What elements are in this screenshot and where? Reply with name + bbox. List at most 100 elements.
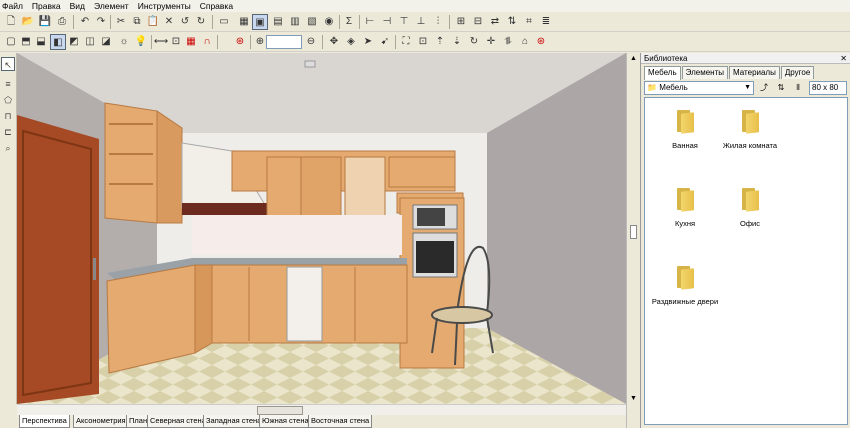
close-icon[interactable]: ✕ — [840, 53, 850, 63]
tab-east-wall[interactable]: Восточная стена — [308, 415, 373, 428]
pan-icon[interactable]: ✥ — [326, 34, 342, 50]
rotate-view-icon[interactable]: ↻ — [466, 34, 482, 50]
measure-icon[interactable]: ⟷ — [153, 34, 169, 50]
tilt-icon[interactable]: ⥮ — [500, 34, 516, 50]
folder-living-room[interactable]: Жилая комната — [715, 110, 785, 150]
tab-perspective[interactable]: Перспектива — [19, 415, 70, 428]
column-icon[interactable]: ⊓ — [1, 109, 15, 123]
bulb-icon[interactable]: 💡 — [133, 34, 149, 50]
new-file-icon[interactable]: 🗋 — [3, 14, 19, 30]
room-view-icon[interactable]: ▣ — [252, 14, 268, 30]
sum-icon[interactable]: Σ — [341, 14, 357, 30]
rotate-right-icon[interactable]: ↻ — [193, 14, 209, 30]
scroll-grip[interactable] — [630, 225, 637, 239]
fly-icon[interactable]: ➹ — [377, 34, 393, 50]
mirror-icon[interactable]: ⇄ — [487, 14, 503, 30]
scroll-up-icon[interactable]: ▲ — [630, 55, 637, 62]
menu-edit[interactable]: Правка — [32, 1, 61, 11]
undo-icon[interactable]: ↶ — [77, 14, 93, 30]
view-3d-icon[interactable]: ▢ — [3, 34, 19, 50]
folder-bathroom[interactable]: Ванная — [650, 110, 720, 150]
wall-icon[interactable]: ▭ — [216, 14, 232, 30]
folder-sliding-doors[interactable]: Раздвижные двери — [650, 266, 720, 306]
zoom-out-icon[interactable]: ⊖ — [303, 34, 319, 50]
beam-icon[interactable]: ⊏ — [1, 125, 15, 139]
scroll-thumb[interactable] — [257, 406, 303, 415]
menu-help[interactable]: Справка — [200, 1, 233, 11]
camera-icon[interactable]: ◉ — [321, 14, 337, 30]
align-top-icon[interactable]: ⊥ — [413, 14, 429, 30]
tab-north-wall[interactable]: Северная стена — [147, 415, 209, 428]
polygon-icon[interactable]: ⬠ — [1, 93, 15, 107]
print-icon[interactable]: ⎙ — [54, 14, 70, 30]
ungroup-icon[interactable]: ⊟ — [470, 14, 486, 30]
paste-icon[interactable]: 📋 — [145, 14, 161, 30]
light-icon[interactable]: ☼ — [116, 34, 132, 50]
pointer-icon[interactable]: ↖ — [1, 57, 15, 71]
walk-icon[interactable]: ➤ — [360, 34, 376, 50]
tab-south-wall[interactable]: Южная стена — [259, 415, 312, 428]
redo-icon[interactable]: ↷ — [93, 14, 109, 30]
folder-office[interactable]: Офис — [715, 188, 785, 228]
floor-icon[interactable]: ▤ — [270, 14, 286, 30]
info-icon[interactable]: ⊛ — [533, 34, 549, 50]
dimension-icon[interactable]: ⊡ — [168, 34, 184, 50]
ceiling-icon[interactable]: ▥ — [287, 14, 303, 30]
flip-icon[interactable]: ⇅ — [504, 14, 520, 30]
delete-icon[interactable]: ✕ — [161, 14, 177, 30]
cut-icon[interactable]: ✂ — [113, 14, 129, 30]
orbit-icon[interactable]: ◈ — [343, 34, 359, 50]
snap-icon[interactable]: ⌗ — [521, 14, 537, 30]
box-solid-icon[interactable]: ⬓ — [33, 34, 49, 50]
folder-kitchen[interactable]: Кухня — [650, 188, 720, 228]
stairs-icon[interactable]: ≡ — [1, 77, 15, 91]
window-icon[interactable]: ▦ — [236, 14, 252, 30]
save-icon[interactable]: 💾 — [37, 14, 53, 30]
thumbnail-size-select[interactable]: 80 x 80 — [809, 81, 847, 95]
vertical-scrollbar[interactable]: ▲ ▼ — [626, 53, 640, 428]
grid-icon[interactable]: ▦ — [183, 34, 199, 50]
menu-file[interactable]: Файл — [2, 1, 23, 11]
sort-icon[interactable]: ⇅ — [774, 81, 788, 95]
3d-viewport[interactable] — [17, 53, 626, 404]
align-right-icon[interactable]: ⊤ — [396, 14, 412, 30]
move-down-icon[interactable]: ⇣ — [449, 34, 465, 50]
distribute-icon[interactable]: ⫶ — [430, 14, 446, 30]
align-left-icon[interactable]: ⊢ — [362, 14, 378, 30]
zoom-select[interactable] — [266, 35, 302, 49]
textured-icon[interactable]: ◩ — [66, 34, 82, 50]
copy-icon[interactable]: ⧉ — [129, 14, 145, 30]
horizontal-scrollbar[interactable] — [17, 404, 626, 415]
magnet-icon[interactable]: ∩ — [199, 34, 215, 50]
scroll-down-icon[interactable]: ▼ — [630, 395, 637, 402]
tab-other[interactable]: Другое — [780, 66, 815, 79]
folder-up-icon[interactable]: ⤴ — [757, 81, 771, 95]
shaded-icon[interactable]: ◧ — [50, 34, 66, 50]
reset-view-icon[interactable]: ⌂ — [517, 34, 533, 50]
tab-elements[interactable]: Элементы — [681, 66, 729, 79]
align-center-icon[interactable]: ⊣ — [379, 14, 395, 30]
material-icon[interactable]: ◪ — [98, 34, 114, 50]
render-icon[interactable]: ▧ — [304, 14, 320, 30]
search-icon[interactable]: ⌕ — [1, 141, 15, 155]
move-view-icon[interactable]: ✛ — [483, 34, 499, 50]
tab-axonometry[interactable]: Аксонометрия — [73, 415, 129, 428]
move-up-icon[interactable]: ⇡ — [432, 34, 448, 50]
fit-icon[interactable]: ⛶ — [398, 34, 414, 50]
tab-materials[interactable]: Материалы — [729, 66, 780, 79]
group-icon[interactable]: ⊞ — [453, 14, 469, 30]
tab-furniture[interactable]: Мебель — [644, 66, 681, 80]
fit-selection-icon[interactable]: ⊡ — [415, 34, 431, 50]
menu-view[interactable]: Вид — [70, 1, 85, 11]
layer-icon[interactable]: ≣ — [538, 14, 554, 30]
menu-element[interactable]: Элемент — [94, 1, 129, 11]
open-folder-icon[interactable]: 📂 — [20, 14, 36, 30]
filter-icon[interactable]: ⫴ — [791, 81, 805, 95]
tab-west-wall[interactable]: Западная стена — [203, 415, 265, 428]
folder-combo[interactable]: 📁 Мебель ▼ — [644, 81, 754, 95]
menu-tools[interactable]: Инструменты — [138, 1, 191, 11]
rotate-left-icon[interactable]: ↺ — [177, 14, 193, 30]
help-icon[interactable]: ⊛ — [232, 34, 248, 50]
box-icon[interactable]: ⬒ — [18, 34, 34, 50]
wire-icon[interactable]: ◫ — [82, 34, 98, 50]
